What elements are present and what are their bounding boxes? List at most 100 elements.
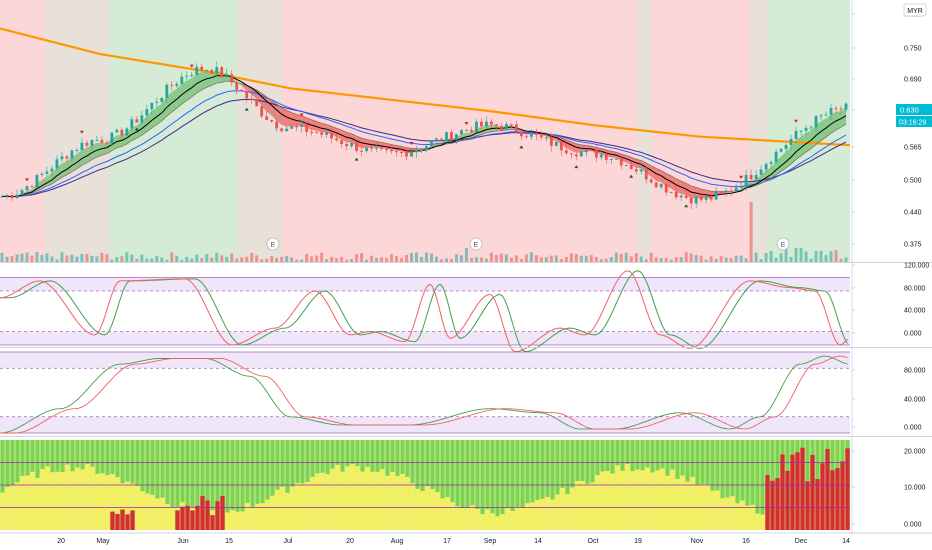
- candle-body-58: [290, 126, 294, 129]
- volume-bar-161: [804, 251, 808, 262]
- candle-body-23: [115, 129, 119, 133]
- hist-yellow-83: [415, 488, 420, 530]
- hist-yellow-50: [250, 506, 255, 530]
- volume-bar-44: [220, 255, 224, 262]
- hist-red-158: [790, 454, 795, 530]
- hist-yellow-152: [760, 514, 765, 530]
- candle-body-41: [205, 69, 209, 71]
- candle-body-86: [430, 141, 433, 147]
- hist-yellow-6: [30, 471, 35, 530]
- hist-yellow-126: [630, 471, 635, 530]
- hist-yellow-10: [50, 472, 55, 530]
- candle-body-61: [305, 124, 309, 132]
- currency-badge[interactable]: MYR: [903, 3, 927, 17]
- volume-bar-124: [619, 253, 623, 262]
- candle-body-50: [250, 98, 254, 101]
- y-tick-p1-0: 120.000: [904, 263, 929, 270]
- hist-yellow-76: [380, 469, 385, 530]
- volume-bar-123: [614, 252, 618, 262]
- candle-body-17: [85, 142, 89, 146]
- volume-bar-33: [165, 259, 169, 262]
- hist-yellow-12: [60, 471, 65, 530]
- candle-body-118: [589, 149, 593, 151]
- hist-yellow-77: [385, 475, 390, 530]
- volume-bar-90: [449, 258, 453, 262]
- x-tick-1: May: [96, 538, 110, 545]
- candle-body-66: [330, 132, 334, 139]
- hist-yellow-67: [335, 464, 340, 530]
- candle-body-18: [90, 139, 94, 146]
- hist-yellow-88: [440, 498, 445, 530]
- volume-bar-81: [405, 254, 409, 262]
- volume-bar-15: [75, 256, 79, 262]
- candle-body-143: [714, 191, 718, 200]
- hist-yellow-34: [170, 507, 175, 530]
- hist-yellow-106: [530, 502, 535, 530]
- candle-body-24: [120, 129, 124, 136]
- hist-yellow-11: [55, 471, 60, 530]
- candle-body-67: [335, 138, 339, 141]
- candle-body-114: [569, 153, 573, 155]
- hist-yellow-143: [715, 490, 720, 530]
- candle-body-73: [365, 147, 368, 152]
- x-tick-0: 20: [57, 538, 65, 545]
- hist-yellow-48: [240, 511, 245, 530]
- volume-bar-28: [140, 254, 144, 262]
- hist-red-161: [805, 481, 810, 530]
- candle-body-121: [604, 154, 608, 160]
- candle-body-16: [80, 142, 84, 150]
- candle-body-35: [175, 83, 179, 86]
- hist-red-164: [820, 463, 825, 530]
- volume-bar-26: [130, 254, 134, 262]
- hist-yellow-134: [670, 469, 675, 530]
- hist-yellow-13: [65, 464, 70, 530]
- hist-yellow-96: [480, 514, 485, 530]
- y-tick-p1-3: 0.000: [904, 331, 922, 338]
- volume-bar-166: [829, 251, 833, 262]
- hist-red-39: [195, 505, 200, 530]
- volume-bar-16: [80, 253, 84, 262]
- hist-yellow-135: [675, 478, 680, 530]
- hist-yellow-115: [575, 480, 580, 530]
- candle-body-138: [689, 198, 693, 204]
- hist-yellow-128: [640, 470, 645, 530]
- volume-bar-129: [644, 259, 648, 262]
- volume-bar-75: [375, 257, 379, 262]
- candle-body-122: [609, 158, 613, 160]
- candle-body-110: [549, 137, 553, 146]
- candle-body-112: [559, 141, 563, 151]
- hist-yellow-75: [375, 471, 380, 530]
- volume-bar-68: [340, 256, 344, 262]
- volume-bar-102: [509, 257, 513, 262]
- volume-bar-88: [439, 259, 443, 262]
- volume-bar-17: [85, 253, 89, 262]
- hist-yellow-21: [105, 475, 110, 530]
- candle-body-28: [140, 115, 144, 123]
- candle-body-53: [265, 116, 269, 120]
- candle-body-59: [295, 126, 299, 128]
- candle-body-20: [100, 139, 104, 143]
- hist-red-166: [830, 470, 835, 530]
- candle-body-131: [654, 182, 658, 188]
- hist-yellow-130: [650, 472, 655, 530]
- volume-bar-21: [105, 254, 109, 262]
- candle-body-158: [789, 138, 793, 146]
- candle-body-7: [35, 175, 39, 188]
- volume-bar-165: [824, 255, 828, 262]
- y-tick-p3-0: 20.000: [904, 449, 926, 456]
- volume-bar-25: [125, 252, 129, 262]
- hist-yellow-112: [560, 487, 565, 530]
- volume-bar-146: [729, 258, 733, 262]
- candle-body-77: [385, 148, 388, 150]
- y-tick-p1-2: 40.000: [904, 308, 926, 315]
- hist-yellow-86: [430, 489, 435, 530]
- hist-yellow-131: [655, 470, 660, 530]
- candle-body-97: [485, 121, 488, 127]
- hist-yellow-70: [350, 464, 355, 530]
- candle-body-150: [749, 174, 753, 180]
- volume-bar-136: [679, 257, 683, 262]
- volume-bar-30: [150, 258, 154, 262]
- volume-bar-158: [789, 256, 793, 262]
- hist-red-37: [185, 505, 190, 530]
- candle-body-147: [734, 187, 738, 192]
